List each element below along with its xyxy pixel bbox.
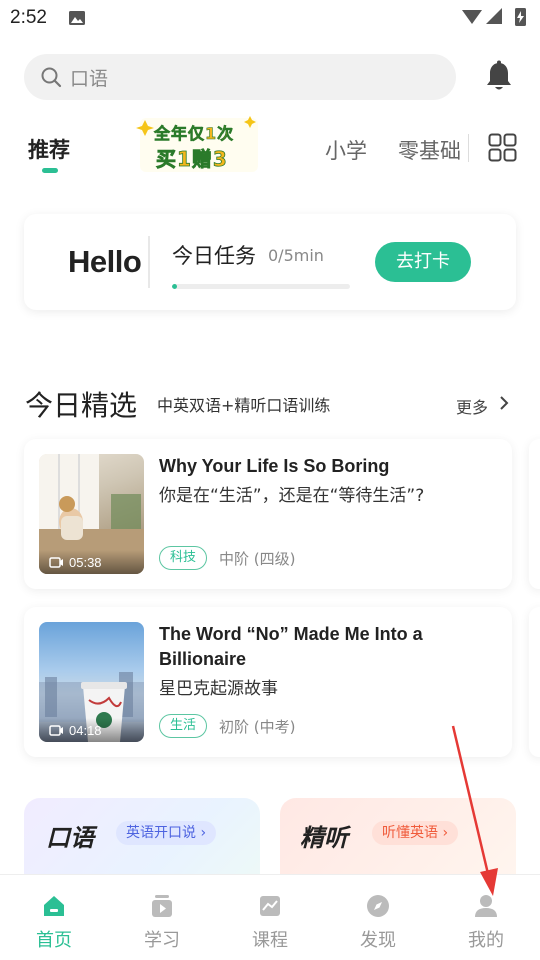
promo-line-1: 全年仅1次 [154, 124, 235, 144]
article-level-1: 中阶 (四级) [219, 550, 296, 568]
promo-line-2: 买1赠3 [156, 147, 228, 172]
article-subtitle-1: 你是在“生活”，还是在“等待生活”? [159, 486, 425, 506]
tab-primary-school[interactable]: 小学 [325, 135, 367, 165]
nav-label-profile: 我的 [468, 930, 504, 951]
notification-bell-icon[interactable] [484, 60, 514, 94]
checkin-button[interactable]: 去打卡 [375, 242, 471, 282]
status-time: 2:52 [10, 7, 47, 28]
home-icon [44, 896, 64, 916]
tab-divider [468, 134, 469, 162]
course-icon [260, 896, 280, 916]
nav-item-study[interactable]: 学习 [108, 874, 216, 960]
article-card-peek [529, 439, 540, 589]
article-thumbnail-2[interactable]: 04:18 [39, 622, 144, 742]
article-thumbnail-1[interactable]: 05:38 [39, 454, 144, 574]
nav-label-course: 课程 [252, 930, 288, 951]
article-subtitle-2: 星巴克起源故事 [159, 679, 278, 699]
study-icon [152, 895, 172, 917]
video-duration: 05:38 [69, 555, 102, 570]
speaking-card-badge[interactable]: 英语开口说 › [116, 821, 217, 845]
task-progress-fill [172, 284, 178, 289]
greeting-text: Hello [68, 244, 142, 279]
article-title-1[interactable]: Why Your Life Is So Boring [159, 454, 489, 479]
nav-label-study: 学习 [144, 930, 180, 951]
category-grid-icon[interactable] [488, 133, 517, 162]
section-subtitle: 中英双语+精听口语训练 [157, 396, 331, 415]
tab-active-indicator [42, 168, 58, 173]
signal-icon [486, 8, 502, 24]
video-duration: 04:18 [69, 723, 102, 738]
nav-label-discover: 发现 [360, 930, 396, 951]
wifi-icon [462, 10, 482, 24]
task-progress-text: 0/5min [268, 246, 324, 265]
tab-zero-basics[interactable]: 零基础 [398, 135, 461, 165]
more-link[interactable]: 更多 [456, 394, 488, 418]
nav-label-home: 首页 [36, 930, 72, 951]
article-level-2: 初阶 (中考) [219, 718, 296, 736]
article-tag-1: 科技 [159, 546, 208, 570]
image-notification-icon [69, 11, 85, 25]
article-tag-2: 生活 [159, 714, 208, 738]
chevron-right-icon[interactable] [498, 394, 510, 412]
nav-item-discover[interactable]: 发现 [324, 874, 432, 960]
speaking-card-title: 口语 [46, 824, 94, 852]
duration-overlay: 04:18 [39, 718, 144, 742]
video-icon [49, 557, 63, 568]
annotation-arrow [451, 725, 498, 896]
task-divider [148, 236, 150, 288]
task-title: 今日任务 [172, 244, 256, 268]
search-icon [41, 67, 62, 88]
article-card-peek [529, 607, 540, 757]
nav-item-course[interactable]: 课程 [216, 874, 324, 960]
duration-overlay: 05:38 [39, 550, 144, 574]
status-icons [462, 8, 526, 26]
listening-card-title: 精听 [300, 824, 348, 852]
section-title: 今日精选 [25, 389, 138, 422]
tab-recommend[interactable]: 推荐 [28, 134, 70, 164]
article-title-2[interactable]: The Word “No” Made Me Into a Billionaire [159, 622, 489, 672]
compass-icon [367, 895, 389, 917]
task-progress-bar [172, 284, 350, 289]
search-placeholder[interactable]: 口语 [70, 64, 108, 91]
video-icon [49, 725, 63, 736]
nav-item-home[interactable]: 首页 [0, 874, 108, 960]
